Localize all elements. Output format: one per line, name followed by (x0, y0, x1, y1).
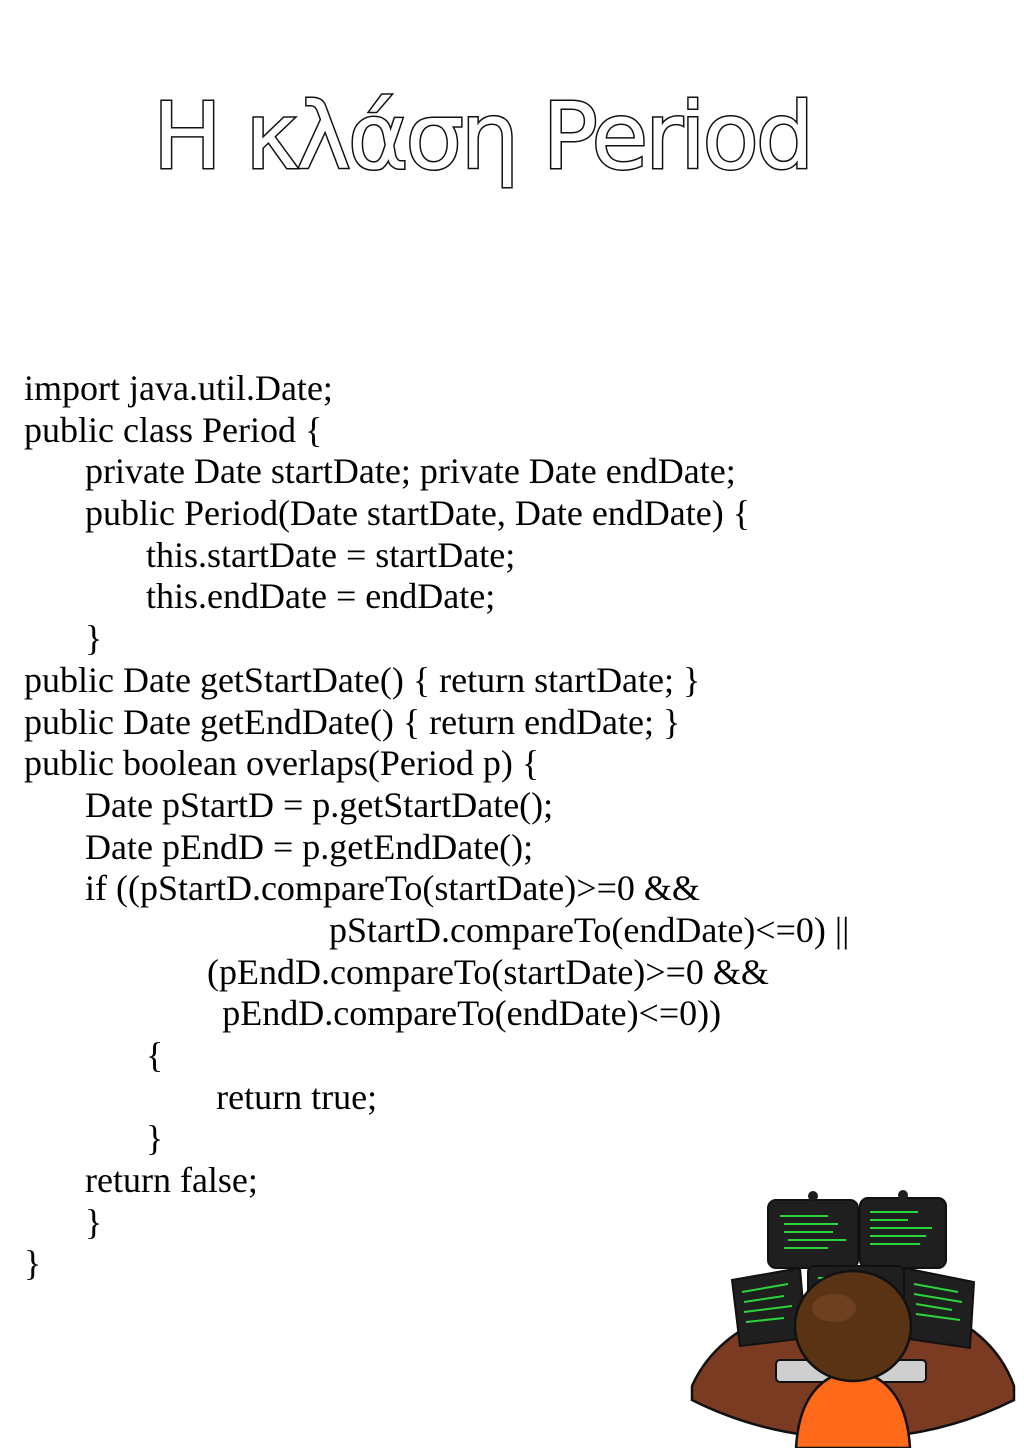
code-line: { (146, 1035, 164, 1075)
monitor-top-right (859, 1190, 947, 1269)
code-line: if ((pStartD.compareTo(startDate)>=0 && (85, 868, 700, 909)
monitor-top-left (767, 1191, 859, 1269)
code-line: } (85, 618, 103, 659)
code-line: this.endDate = endDate; (146, 576, 496, 617)
code-line: (pEndD.compareTo(startDate)>=0 && (207, 951, 769, 992)
code-line: Date pEndD = p.getEndDate(); (85, 826, 534, 867)
page-title: Η κλάση Period (151, 81, 815, 191)
code-line: pEndD.compareTo(endDate)<=0)) (222, 993, 722, 1034)
code-line: public class Period { (24, 409, 323, 450)
code-line: public boolean overlaps(Period p) { (24, 743, 540, 784)
code-line: public Date getStartDate() { return star… (24, 659, 701, 700)
code-line: } (146, 1118, 164, 1159)
programmer-at-monitors-icon (690, 1190, 1016, 1448)
code-line: import java.util.Date; (24, 368, 333, 408)
document-page: Η κλάση Period import java.util.Date; pub… (0, 0, 1024, 1448)
code-line: pStartD.compareTo(endDate)<=0) || (329, 909, 850, 950)
code-line: return true; (216, 1076, 378, 1117)
code-line: this.startDate = startDate; (146, 534, 516, 575)
monitor-right (900, 1266, 976, 1350)
code-block: import java.util.Date; public class Perio… (24, 368, 984, 1285)
code-line: public Period(Date startDate, Date endDa… (85, 493, 751, 534)
code-line: public Date getEndDate() { return endDat… (24, 701, 681, 742)
person-hair (793, 1269, 913, 1383)
code-line: private Date startDate; private Date end… (85, 451, 736, 492)
code-line: Date pStartD = p.getStartDate(); (85, 784, 554, 825)
